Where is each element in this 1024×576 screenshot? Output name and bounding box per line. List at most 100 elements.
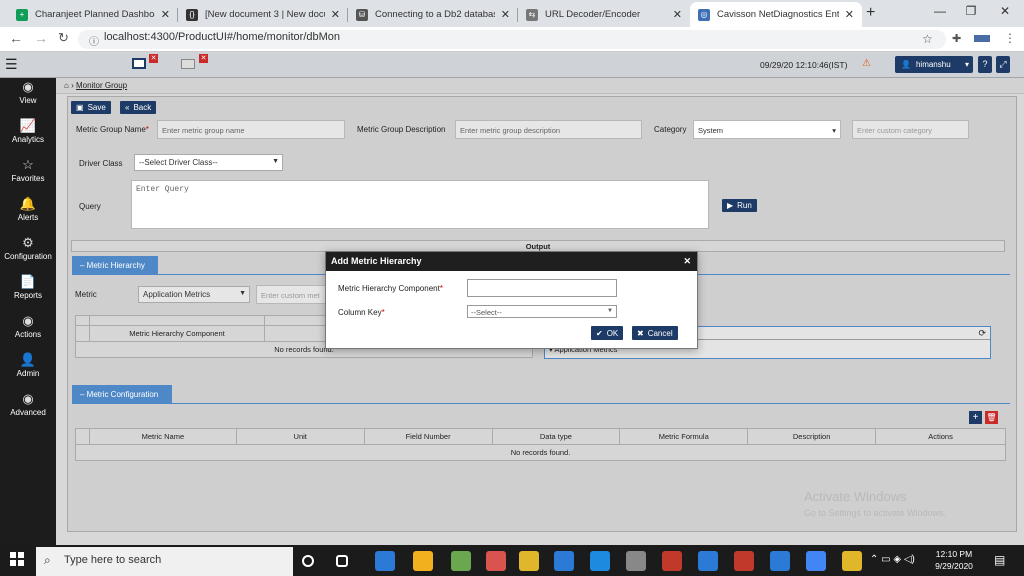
app-icon[interactable] [842,551,862,571]
browser-tab[interactable]: ⇆ URL Decoder/Encoder ✕ [518,2,690,27]
tab-close-icon[interactable]: ✕ [331,8,340,21]
fullscreen-icon[interactable]: ⤢ [996,56,1010,73]
home-icon[interactable]: ⌂ [64,81,69,90]
analytics-icon: 📈 [19,118,37,133]
custom-metric-input[interactable]: Enter custom met [256,285,326,304]
warning-icon[interactable]: ⚠ [862,58,871,69]
sidebar-item-reports[interactable]: 📄 Reports [0,274,56,300]
back-icon: « [125,103,130,112]
back-arrow-icon[interactable]: ← [9,30,23,46]
back-button[interactable]: «Back [120,101,157,114]
bookmark-star-icon[interactable]: ☆ [922,32,933,46]
notification-icon[interactable]: ▤ [994,553,1005,567]
browser-tab[interactable]: ⛁ Connecting to a Db2 database ✕ [348,2,518,27]
metric-hierarchy-header[interactable]: – Metric Hierarchy [72,256,158,274]
taskbar-clock[interactable]: 12:10 PM 9/29/2020 [932,548,976,572]
windows-start-icon[interactable] [10,552,24,566]
cortana-icon[interactable] [302,555,314,567]
tab-close-icon[interactable]: ✕ [161,8,170,21]
info-icon[interactable]: ⓘ [89,33,99,48]
help-icon[interactable]: ? [978,56,992,73]
browser-tab[interactable]: {} [New document 3 | New docu ✕ [178,2,348,27]
user-menu-button[interactable]: 👤 himanshu ▾ [895,56,973,73]
extension-icon[interactable] [974,35,990,42]
metric-group-name-input[interactable]: Enter metric group name [157,120,345,139]
minimize-button[interactable]: — [925,4,955,18]
menu-dots-icon[interactable]: ⋮ [1004,31,1016,45]
sidebar-item-label: View [19,96,37,105]
notepad-icon[interactable] [451,551,471,571]
run-button[interactable]: ▶ Run [722,199,757,212]
close-icon[interactable]: ✕ [199,54,208,63]
maximize-button[interactable]: ❐ [956,4,986,18]
metric-group-desc-input[interactable]: Enter metric group description [455,120,642,139]
edge-icon[interactable] [375,551,395,571]
taskbar-search[interactable]: ⌕ Type here to search [36,547,293,576]
extensions-icon[interactable]: ✚ [952,32,961,45]
hamburger-menu-icon[interactable]: ☰ [5,56,18,73]
sidebar-item-label: Actions [14,330,42,339]
sidebar-item-view[interactable]: ◉ View [0,79,56,105]
category-select[interactable]: System ▾ [693,120,841,139]
dashboard-icon[interactable] [181,59,195,69]
vscode-icon[interactable] [554,551,574,571]
user-icon: 👤 [901,60,911,69]
sidebar-item-label: Reports [13,291,42,300]
table-header-checkbox[interactable] [75,315,90,326]
tab-close-icon[interactable]: ✕ [501,8,510,21]
add-icon[interactable]: + [969,411,982,424]
system-tray-icons[interactable]: ⌃ ▭ ◈ ◁) [870,554,915,565]
tab-close-icon[interactable]: ✕ [673,8,682,21]
app-icon[interactable] [770,551,790,571]
sidebar-item-configuration[interactable]: ⚙ Configuration [0,235,56,261]
sidebar-item-advanced[interactable]: ◉ Advanced [0,391,56,417]
cancel-button[interactable]: ✖ Cancel [632,326,678,340]
chrome-icon[interactable] [519,551,539,571]
metric-group-name-label: Metric Group Name* [76,125,149,134]
sidebar-item-actions[interactable]: ◉ Actions [0,313,56,339]
sidebar-item-admin[interactable]: 👤 Admin [0,352,56,378]
delete-icon[interactable]: 🗑 [985,411,998,424]
save-button[interactable]: ▣ Save [71,101,111,114]
driver-class-select[interactable]: --Select Driver Class-- ▼ [134,154,283,171]
chrome-icon[interactable] [806,551,826,571]
browser-tab[interactable]: ◎ Cavisson NetDiagnostics Enter ✕ [690,2,862,27]
sidebar-item-analytics[interactable]: 📈 Analytics [0,118,56,144]
user-name: himanshu [915,60,951,69]
skype-icon[interactable] [590,551,610,571]
app-icon[interactable] [486,551,506,571]
monitor-icon[interactable] [132,58,146,69]
category-label: Category [654,125,687,134]
url-text[interactable]: localhost:4300/ProductUI#/home/monitor/d… [104,31,340,43]
table-header-checkbox[interactable] [75,325,90,342]
close-window-button[interactable]: ✕ [990,4,1020,18]
query-textarea[interactable]: Enter Query [131,180,709,229]
component-input[interactable] [467,279,617,297]
reload-icon[interactable]: ↻ [58,30,69,46]
file-explorer-icon[interactable] [413,551,433,571]
tab-title: Cavisson NetDiagnostics Enter [717,9,839,20]
breadcrumb-current[interactable]: Monitor Group [76,81,127,90]
app-icon[interactable] [734,551,754,571]
column-key-select[interactable]: --Select-- ▼ [467,305,617,318]
sidebar-item-favorites[interactable]: ☆ Favorites [0,157,56,183]
ok-button[interactable]: ✔ OK [591,326,624,340]
custom-category-input[interactable]: Enter custom category [852,120,969,139]
new-tab-button[interactable]: + [866,4,875,22]
filezilla-icon[interactable] [662,551,682,571]
metric-configuration-header[interactable]: – Metric Configuration [72,385,172,403]
forward-arrow-icon[interactable]: → [34,30,48,46]
refresh-icon[interactable]: ⟳ [978,328,986,339]
app-icon[interactable] [698,551,718,571]
close-icon: ✖ [637,328,644,338]
app-icon[interactable] [626,551,646,571]
close-icon[interactable]: ✕ [149,54,158,63]
tab-close-icon[interactable]: ✕ [845,8,854,21]
browser-tab[interactable]: + Charanjeet Planned Dashboard ✕ [8,2,178,27]
close-icon[interactable]: ✕ [683,256,691,267]
sidebar-item-alerts[interactable]: 🔔 Alerts [0,196,56,222]
table-header-checkbox[interactable] [75,428,90,445]
back-label: Back [133,103,152,112]
metric-select[interactable]: Application Metrics ▼ [138,286,250,303]
task-view-icon[interactable] [336,555,348,567]
